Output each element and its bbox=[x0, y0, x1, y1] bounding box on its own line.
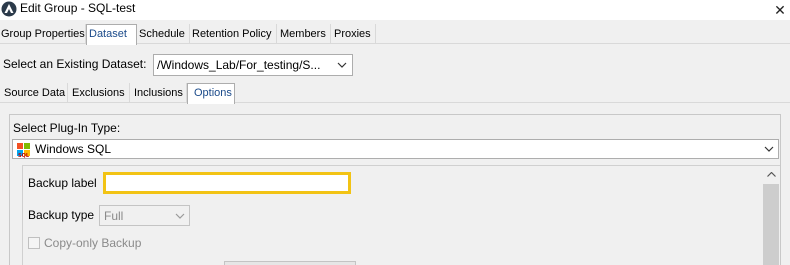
tab-label: Proxies bbox=[334, 28, 371, 40]
tab-exclusions[interactable]: Exclusions bbox=[68, 83, 130, 103]
tab-proxies[interactable]: Proxies bbox=[333, 24, 376, 44]
tab-dataset[interactable]: Dataset bbox=[86, 24, 137, 45]
window-title: Edit Group - SQL-test bbox=[20, 1, 136, 15]
chevron-down-icon bbox=[332, 55, 352, 75]
tab-label: Options bbox=[194, 87, 232, 99]
main-tab-strip: Group Properties Dataset Schedule Retent… bbox=[0, 24, 790, 45]
plugin-type-label: Select Plug-In Type: bbox=[13, 121, 121, 135]
plugin-type-select[interactable]: SQL Windows SQL bbox=[12, 139, 779, 159]
backup-type-select[interactable]: Full bbox=[99, 205, 190, 226]
tab-label: Inclusions bbox=[134, 87, 183, 99]
svg-text:SQL: SQL bbox=[18, 153, 30, 158]
tab-retention-policy[interactable]: Retention Policy bbox=[191, 24, 277, 44]
dataset-select-label: Select an Existing Dataset: bbox=[3, 57, 147, 71]
backup-label-label: Backup label bbox=[28, 176, 97, 190]
backup-type-value: Full bbox=[104, 209, 124, 223]
tab-members[interactable]: Members bbox=[279, 24, 331, 44]
windows-sql-icon: SQL bbox=[17, 143, 30, 158]
backup-type-label: Backup type bbox=[28, 208, 95, 222]
scrollbar-thumb[interactable] bbox=[763, 184, 779, 265]
chevron-down-icon bbox=[171, 206, 189, 225]
copy-only-label: Copy-only Backup bbox=[44, 236, 142, 250]
close-icon: ✕ bbox=[774, 1, 786, 18]
dataset-select-value: /Windows_Lab/For_testing/S... bbox=[157, 58, 321, 72]
app-logo-icon bbox=[1, 1, 17, 17]
tab-label: Retention Policy bbox=[192, 28, 272, 40]
plugin-type-value: Windows SQL bbox=[35, 142, 112, 156]
next-option-field[interactable] bbox=[224, 261, 356, 265]
close-button[interactable]: ✕ bbox=[770, 0, 790, 20]
tab-label: Group Properties bbox=[1, 28, 85, 40]
vertical-scrollbar[interactable] bbox=[762, 166, 780, 265]
copy-only-checkbox[interactable] bbox=[28, 237, 40, 249]
tab-options[interactable]: Options bbox=[187, 83, 235, 104]
tab-source-data[interactable]: Source Data bbox=[0, 83, 68, 103]
title-bar: Edit Group - SQL-test ✕ bbox=[0, 0, 790, 20]
tab-label: Dataset bbox=[89, 28, 127, 40]
sub-tab-strip: Source Data Exclusions Inclusions Option… bbox=[0, 83, 790, 104]
tab-schedule[interactable]: Schedule bbox=[138, 24, 190, 44]
tab-label: Schedule bbox=[139, 28, 185, 40]
chevron-down-icon bbox=[760, 140, 778, 158]
tab-inclusions[interactable]: Inclusions bbox=[130, 83, 187, 103]
tab-group-properties[interactable]: Group Properties bbox=[0, 24, 86, 44]
dataset-select[interactable]: /Windows_Lab/For_testing/S... bbox=[153, 54, 353, 76]
backup-label-input[interactable] bbox=[103, 172, 351, 194]
tab-label: Exclusions bbox=[72, 87, 125, 99]
scroll-up-arrow-icon[interactable] bbox=[762, 166, 780, 183]
tab-label: Members bbox=[280, 28, 326, 40]
tab-label: Source Data bbox=[4, 87, 66, 99]
